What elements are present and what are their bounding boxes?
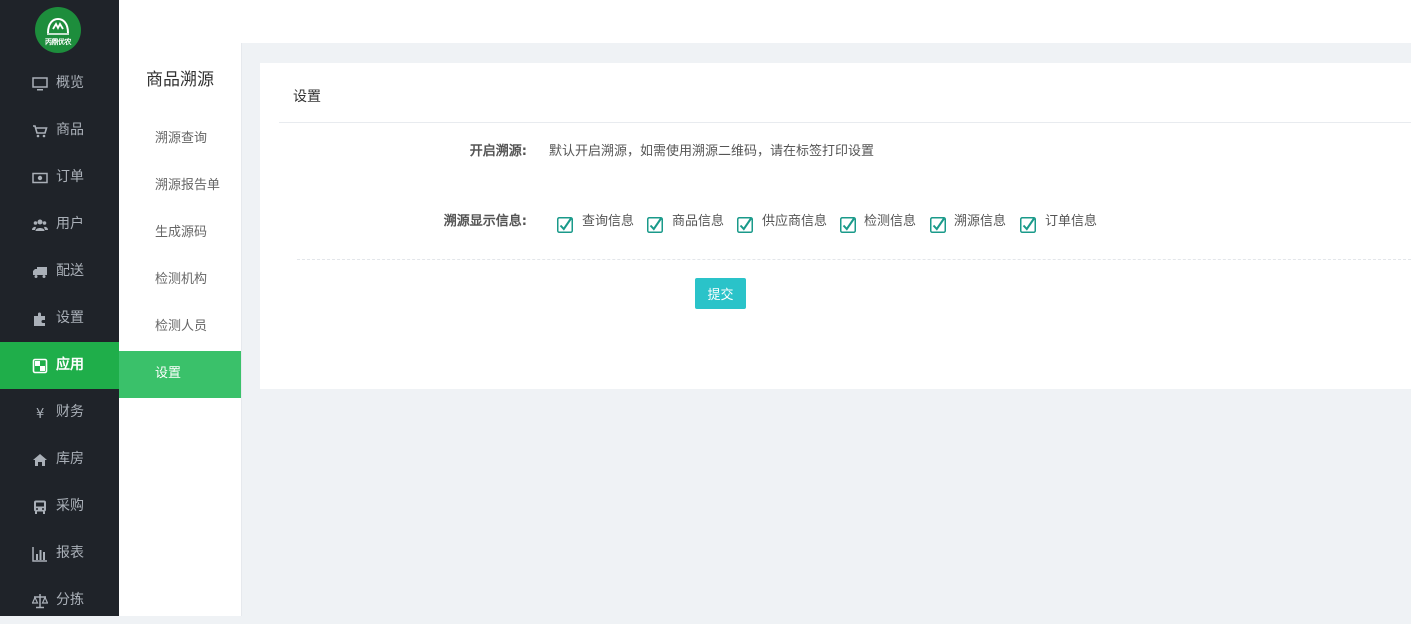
sidebar-item-orders[interactable]: 订单	[0, 154, 119, 201]
checkbox-label: 检测信息	[864, 214, 917, 229]
sidebar-item-apps[interactable]: 应用	[0, 342, 119, 389]
trace-enable-text: 默认开启溯源，如需使用溯源二维码，请在标签打印设置	[549, 144, 875, 159]
sidebar-item-label: 分拣	[56, 592, 84, 608]
top-header	[119, 0, 1411, 43]
subnav-item-label: 溯源查询	[155, 131, 208, 146]
bus-icon	[34, 500, 46, 514]
sidebar-item-label: 商品	[56, 122, 84, 138]
apps-icon	[32, 358, 48, 374]
main-sidebar: 丙鼎优农 概览 商品 订单 用户 配送 设置 应用 ¥ 财务 库房 采购 报表 …	[0, 0, 119, 616]
sidebar-item-label: 财务	[56, 404, 84, 420]
sidebar-item-label: 用户	[56, 216, 84, 232]
submit-button[interactable]: 提交	[695, 278, 746, 309]
sidebar-item-overview[interactable]: 概览	[0, 60, 119, 107]
sidebar-item-label: 采购	[56, 498, 84, 514]
sidebar-item-label: 订单	[56, 169, 84, 185]
subnav-item-trace-query[interactable]: 溯源查询	[119, 116, 241, 163]
sidebar-item-label: 报表	[56, 545, 84, 561]
checkbox-label: 查询信息	[582, 214, 635, 229]
monitor-icon	[32, 77, 48, 91]
subnav-item-generate-code[interactable]: 生成源码	[119, 210, 241, 257]
sidebar-item-label: 库房	[56, 451, 84, 467]
sidebar-item-goods[interactable]: 商品	[0, 107, 119, 154]
checkbox-label: 溯源信息	[954, 214, 1007, 229]
subnav-title: 商品溯源	[146, 70, 214, 90]
home-icon	[33, 454, 47, 466]
sidebar-item-label: 应用	[56, 357, 84, 373]
yen-icon: ¥	[36, 407, 44, 421]
checkbox-checked-icon[interactable]	[930, 217, 946, 233]
logo-text: 丙鼎优农	[45, 37, 72, 46]
scale-icon	[32, 594, 48, 609]
svg-text:¥: ¥	[36, 407, 44, 421]
sidebar-item-purchase[interactable]: 采购	[0, 483, 119, 530]
subnav-item-label: 生成源码	[155, 225, 208, 240]
checkbox-label: 供应商信息	[762, 214, 828, 229]
sub-sidebar: 商品溯源 溯源查询 溯源报告单 生成源码 检测机构 检测人员 设置	[119, 43, 242, 616]
sidebar-item-settings[interactable]: 设置	[0, 295, 119, 342]
sidebar-item-warehouse[interactable]: 库房	[0, 436, 119, 483]
subnav-item-trace-report[interactable]: 溯源报告单	[119, 163, 241, 210]
subnav-item-test-agency[interactable]: 检测机构	[119, 257, 241, 304]
sidebar-item-sorting[interactable]: 分拣	[0, 577, 119, 624]
sidebar-item-users[interactable]: 用户	[0, 201, 119, 248]
brand-logo[interactable]: 丙鼎优农	[35, 7, 81, 53]
bar-chart-icon	[32, 547, 47, 562]
subnav-item-test-staff[interactable]: 检测人员	[119, 304, 241, 351]
checkbox-checked-icon[interactable]	[557, 217, 573, 233]
panel-divider	[279, 122, 1411, 123]
checkbox-label: 订单信息	[1045, 214, 1098, 229]
money-icon	[32, 172, 48, 184]
subnav-item-label: 检测人员	[155, 319, 208, 334]
checkbox-checked-icon[interactable]	[840, 217, 856, 233]
trace-display-label: 溯源显示信息:	[443, 214, 527, 229]
checkbox-checked-icon[interactable]	[1020, 217, 1036, 233]
users-icon	[32, 219, 48, 231]
sidebar-item-reports[interactable]: 报表	[0, 530, 119, 577]
checkbox-checked-icon[interactable]	[737, 217, 753, 233]
subnav-item-label: 检测机构	[155, 272, 208, 287]
cart-icon	[33, 125, 48, 138]
settings-panel: 设置 开启溯源: 默认开启溯源，如需使用溯源二维码，请在标签打印设置 溯源显示信…	[260, 63, 1411, 389]
panel-title: 设置	[293, 89, 321, 105]
subnav-item-label: 溯源报告单	[155, 178, 221, 193]
sidebar-item-label: 配送	[56, 263, 84, 279]
checkbox-checked-icon[interactable]	[647, 217, 663, 233]
puzzle-icon	[34, 312, 45, 326]
subnav-item-label: 设置	[155, 366, 182, 381]
truck-icon	[33, 267, 47, 278]
sidebar-item-finance[interactable]: ¥ 财务	[0, 389, 119, 436]
sidebar-item-label: 设置	[56, 310, 84, 326]
sidebar-item-label: 概览	[56, 75, 84, 91]
logo-emblem-icon	[47, 17, 69, 35]
subnav-item-settings[interactable]: 设置	[119, 351, 241, 398]
checkbox-label: 商品信息	[672, 214, 725, 229]
sidebar-item-delivery[interactable]: 配送	[0, 248, 119, 295]
trace-enable-label: 开启溯源:	[469, 144, 527, 159]
form-divider	[297, 259, 1411, 260]
